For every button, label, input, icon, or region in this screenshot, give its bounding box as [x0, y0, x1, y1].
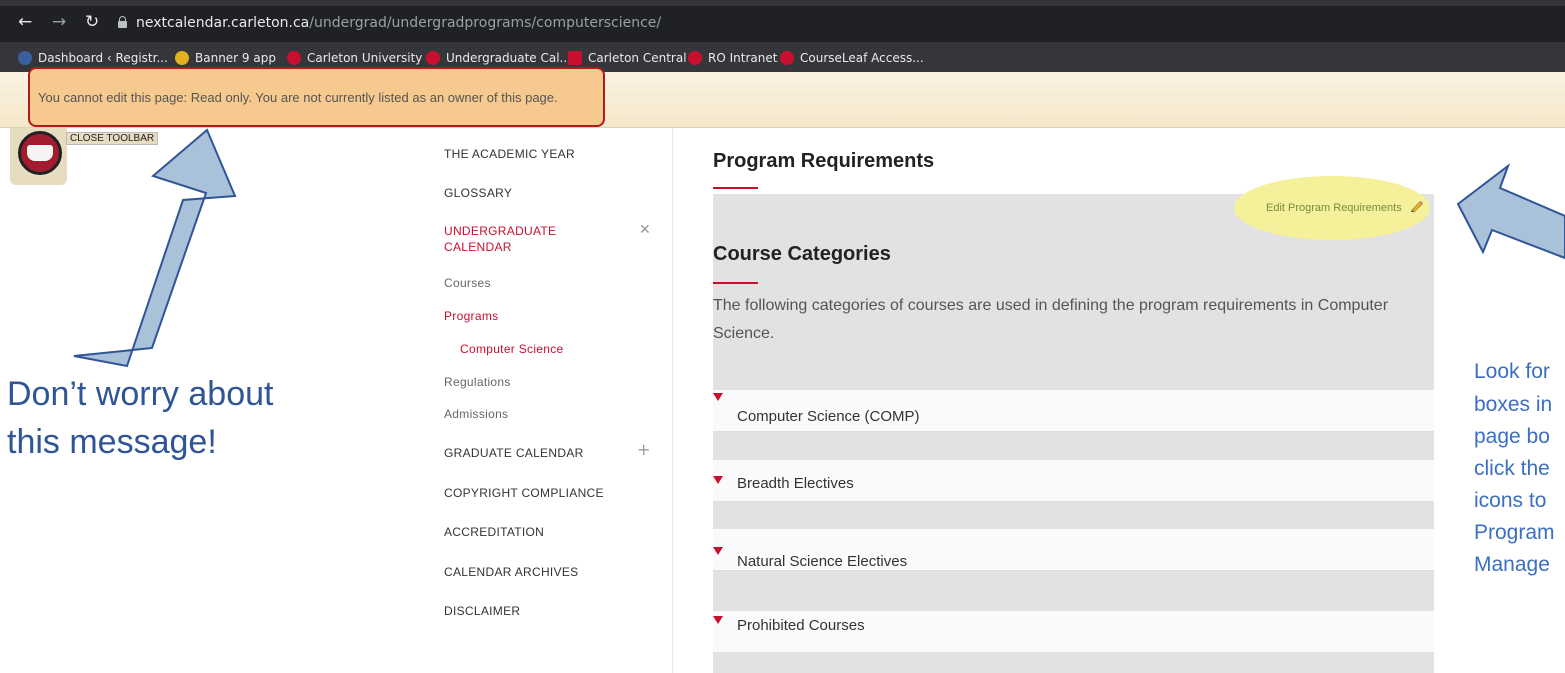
left-arrow-icon — [73, 128, 237, 368]
annotation-arrows — [73, 128, 1565, 368]
annotation-line-1: Don’t worry about — [7, 375, 274, 413]
right-annotation-line: icons to — [1474, 489, 1547, 512]
annotation-line-2: this message! — [7, 423, 217, 461]
right-annotation-line: page bo — [1474, 425, 1550, 448]
right-annotation-line: Manage — [1474, 553, 1550, 576]
right-annotation-line: boxes in — [1474, 393, 1553, 416]
right-annotation-line: click the — [1474, 457, 1550, 480]
right-annotation-line: Look for — [1474, 360, 1550, 383]
screenshot-root: ← → ↻ nextcalendar.carleton.ca/undergrad… — [0, 0, 1565, 673]
right-arrow-icon — [1456, 163, 1565, 260]
right-annotation-line: Program — [1474, 521, 1555, 544]
